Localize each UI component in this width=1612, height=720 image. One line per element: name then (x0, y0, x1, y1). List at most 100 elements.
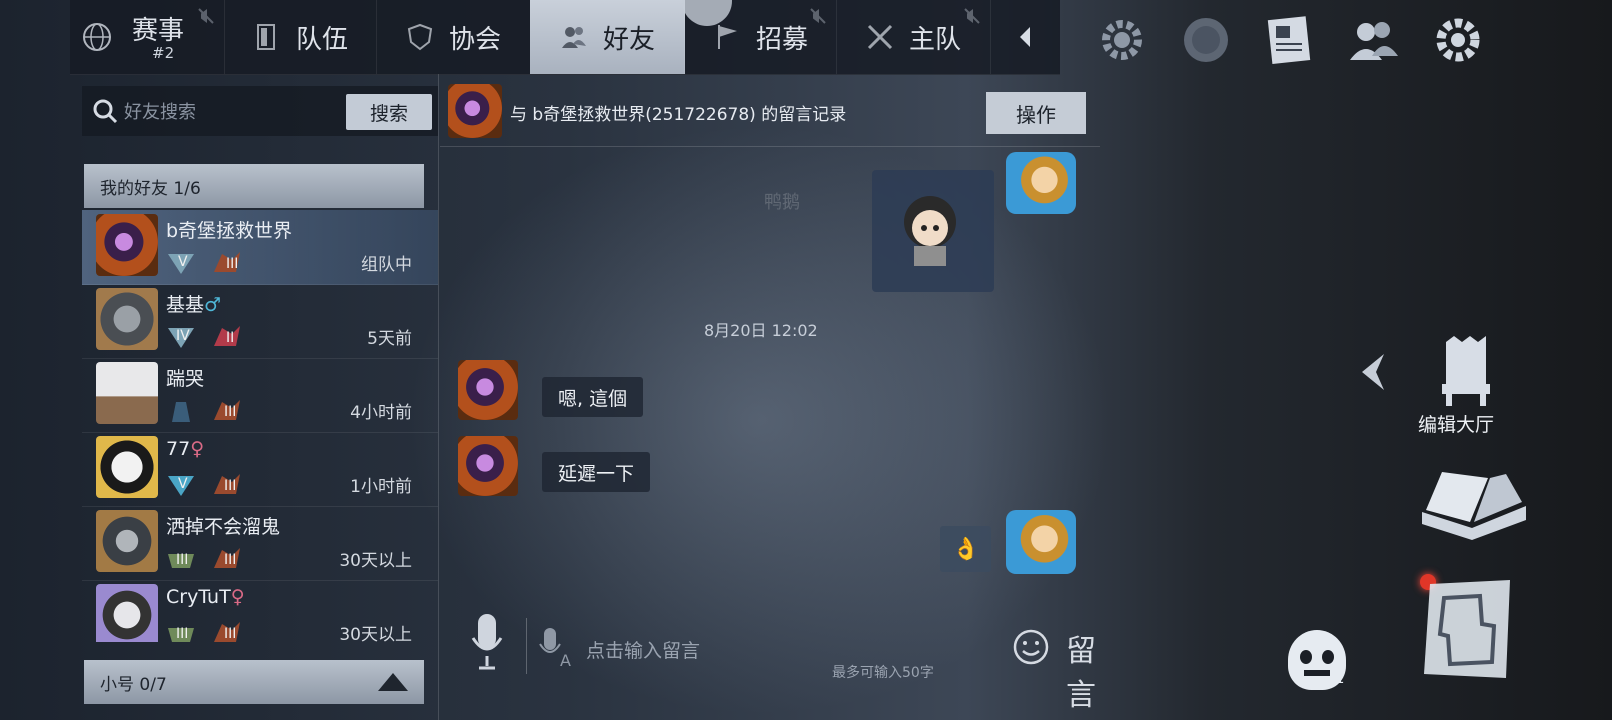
avatar (96, 288, 158, 350)
send-button[interactable]: 留言 (1066, 626, 1100, 714)
throne-icon[interactable] (1436, 334, 1496, 408)
friend-row[interactable]: CryTuT♀ III III 30天以上 (82, 580, 438, 642)
chat-timestamp: 8月20日 12:02 (704, 321, 818, 340)
friend-status: 30天以上 (339, 551, 412, 571)
my-friends-header[interactable]: 我的好友 1/6 (84, 164, 424, 208)
my-avatar (1006, 510, 1076, 574)
svg-text:A: A (560, 651, 571, 668)
survivor-rank-icon: IV (166, 324, 196, 350)
friend-row[interactable]: 77♀ V III 1小时前 (82, 432, 438, 507)
tab-main-team-label: 主队 (908, 24, 961, 55)
flag-icon (717, 25, 737, 49)
mute-icon (964, 8, 980, 24)
search-bar: 搜索 (82, 86, 438, 136)
tab-team[interactable]: 队伍 (224, 0, 377, 74)
collapse-left-icon[interactable] (1358, 352, 1388, 392)
mute-icon (198, 8, 214, 24)
tab-events-label: 赛事 (132, 16, 185, 46)
survivor-rank-icon: III (166, 620, 196, 642)
friend-name: 洒掉不会溜鬼 (166, 516, 281, 538)
gear-icon[interactable] (1094, 12, 1150, 68)
message-input[interactable]: 点击输入留言 (586, 636, 700, 663)
my-avatar (1006, 152, 1076, 214)
newspaper-icon[interactable] (1262, 12, 1318, 68)
alt-accounts-header[interactable]: 小号 0/7 (84, 660, 424, 704)
tab-recruit-label: 招募 (755, 24, 808, 55)
operate-button[interactable]: 操作 (986, 92, 1086, 134)
friend-name: 踹哭 (166, 368, 205, 390)
shield-icon (407, 23, 433, 51)
hunter-rank-icon: III (212, 620, 242, 642)
friend-status: 5天前 (367, 329, 412, 349)
emoji-icon[interactable] (1012, 628, 1050, 666)
my-friends-label: 我的好友 1/6 (100, 178, 201, 199)
people-icon (561, 27, 586, 48)
chevron-up-icon (378, 673, 408, 691)
settings-icon[interactable] (1430, 12, 1486, 68)
globe-icon (83, 23, 111, 51)
avatar (96, 436, 158, 498)
edit-hall-label[interactable]: 编辑大厅 (1418, 410, 1494, 437)
friend-row[interactable]: 洒掉不会溜鬼 III III 30天以上 (82, 506, 438, 581)
friend-row[interactable]: b奇堡拯救世界 V III 组队中 (82, 210, 438, 285)
tab-events[interactable]: 赛事 #2 (70, 0, 225, 74)
door-icon (256, 24, 275, 50)
sticker-message (872, 170, 994, 292)
survivor-rank-icon (166, 398, 196, 424)
survivor-rank-icon: III (166, 546, 196, 572)
skull-count: 1 (1336, 672, 1345, 687)
message-bubble: 延遲一下 (542, 452, 651, 492)
friend-status: 30天以上 (339, 625, 412, 642)
survivor-rank-icon: V (166, 250, 196, 276)
message-bubble: 嗯, 這個 (542, 377, 644, 417)
hunter-rank-icon: III (212, 472, 242, 498)
friend-name: 基基♂ (166, 294, 222, 316)
char-limit-hint: 最多可输入50字 (832, 665, 934, 681)
friend-avatar (458, 436, 518, 496)
tab-friends-label: 好友 (602, 24, 655, 55)
search-icon (93, 99, 118, 124)
avatar (96, 584, 158, 642)
tab-association-label: 协会 (448, 24, 501, 55)
microphone-icon[interactable] (470, 612, 504, 672)
skull-eye (1300, 650, 1312, 664)
message-bubble: 👌 (940, 526, 992, 572)
friend-status: 4小时前 (350, 403, 412, 423)
avatar (96, 510, 158, 572)
tab-main-team[interactable]: 主队 (836, 0, 991, 74)
voice-to-text-icon[interactable]: A (538, 626, 576, 668)
tabs-scroll-left[interactable] (990, 0, 1060, 74)
search-input[interactable] (122, 97, 336, 127)
chevron-left-icon (1020, 27, 1030, 47)
friend-status: 组队中 (361, 255, 412, 275)
friend-avatar (448, 84, 502, 138)
chibi-sticker-icon (904, 196, 956, 266)
top-nav: 赛事 #2 队伍 协会 好友 招募 主队 (70, 0, 1060, 75)
friends-panel: 搜索 我的好友 1/6 b奇堡拯救世界 V III 组队中 基基♂ IV II … (82, 86, 438, 706)
globe-icon[interactable] (1178, 12, 1234, 68)
tab-team-label: 队伍 (295, 24, 348, 55)
hunter-rank-icon: III (212, 546, 242, 572)
mute-icon (810, 8, 826, 24)
search-button[interactable]: 搜索 (346, 94, 432, 130)
chat-header: 与 b奇堡拯救世界(251722678) 的留言记录 操作 (440, 74, 1100, 147)
panel-divider (438, 74, 439, 720)
book-icon[interactable] (1418, 472, 1530, 542)
faded-message: 鸭鹅 (764, 192, 800, 213)
friend-row[interactable]: 基基♂ IV II 5天前 (82, 284, 438, 359)
friend-avatar (458, 360, 518, 420)
friend-row[interactable]: 踹哭 III 4小时前 (82, 358, 438, 433)
crossed-swords-icon (867, 24, 893, 50)
friends-list: b奇堡拯救世界 V III 组队中 基基♂ IV II 5天前 踹哭 III 4… (82, 210, 438, 642)
avatar (96, 214, 158, 276)
input-separator (526, 618, 527, 674)
people-icon[interactable] (1346, 12, 1402, 68)
map-icon[interactable] (1420, 578, 1516, 682)
chat-title: 与 b奇堡拯救世界(251722678) 的留言记录 (510, 105, 847, 125)
friend-name: CryTuT♀ (166, 586, 245, 608)
tab-association[interactable]: 协会 (376, 0, 531, 74)
hunter-rank-icon: III (212, 398, 242, 424)
skull-mouth (1304, 670, 1330, 676)
friend-name: b奇堡拯救世界 (166, 220, 293, 242)
tab-friends[interactable]: 好友 (530, 0, 685, 74)
